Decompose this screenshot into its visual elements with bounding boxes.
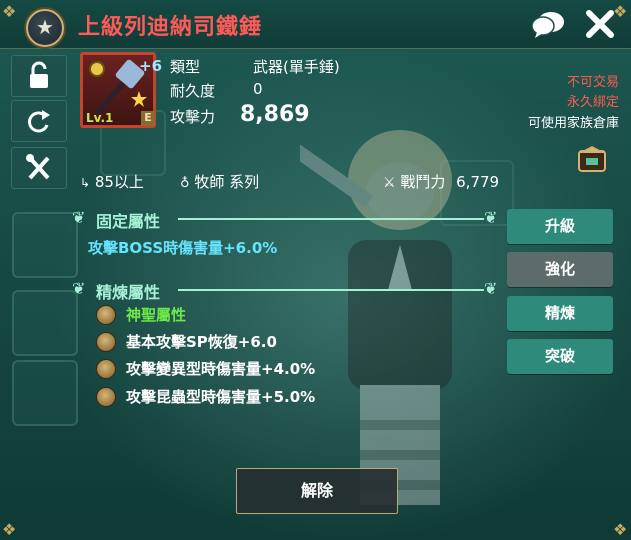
combat-power-value: 6,779 [456,173,500,191]
guild-storage-icon [578,146,606,172]
upgrade-button[interactable]: 升級 [507,209,613,244]
tools-button[interactable] [11,147,67,189]
corner-ornament: ❖ [613,520,628,539]
lock-button[interactable] [11,55,67,97]
section-ornament-icon: ❦ [484,279,498,298]
reset-button[interactable] [11,100,67,142]
breakthrough-button[interactable]: 突破 [507,339,613,374]
chat-link-icon[interactable] [531,10,565,38]
item-title: 上級列迪納司鐵錘 [78,15,263,40]
combat-power-label: 戰鬥力 [400,173,446,191]
combat-power: ⚔ 戰鬥力 6,779 [383,171,499,192]
close-icon[interactable] [583,7,617,41]
refine-bullet-icon [96,305,116,325]
attack-label: 攻擊力 [170,108,216,126]
level-requirement-text: 85以上 [94,173,144,191]
section-divider [178,289,484,291]
level-requirement: ↳ 85以上 [80,171,144,192]
item-rank-badge: ★ [26,9,64,47]
section-divider [178,218,484,220]
job-requirement: ♁ 牧師 系列 [180,171,259,192]
item-icon: +6 Lv.1 E [80,52,162,128]
fixed-attr-value: 攻擊BOSS時傷害量+6.0% [88,239,278,257]
grade-badge: E [141,111,155,126]
durability-value: 0 [253,80,263,98]
corner-ornament: ❖ [2,2,17,21]
attack-value: 8,869 [240,102,310,127]
corner-ornament: ❖ [2,520,17,539]
crossed-swords-icon: ⚔ [383,175,396,191]
fixed-attr-title: 固定屬性 [96,212,161,231]
lock-icon [30,61,48,88]
section-ornament-icon: ❦ [484,208,498,227]
job-icon: ♁ [180,176,190,191]
job-requirement-text: 牧師 系列 [194,173,260,191]
refine-bullet-icon [96,332,116,352]
item-detail-window: ❖ ❖ ❖ ❖ ★ 上級列迪納司鐵錘 +6 Lv.1 E 類型 武器(單手錘) … [0,0,631,540]
release-button[interactable]: 解除 [236,468,398,514]
type-label: 類型 [170,58,201,76]
refine-attr-text: 神聖屬性 [126,306,187,324]
refresh-icon [28,110,50,133]
guild-storage-note: 可使用家族倉庫 [527,116,619,131]
untradable-note: 不可交易 [566,75,619,90]
background-slot [12,212,78,278]
refine-button[interactable]: 精煉 [507,296,613,331]
refine-bullet-icon [96,359,116,379]
star-icon: ★ [36,15,54,39]
refine-attr-text: 攻擊昆蟲型時傷害量+5.0% [126,388,316,406]
soulbound-note: 永久綁定 [566,95,619,110]
section-ornament-icon: ❦ [72,279,86,298]
wrench-screwdriver-icon [26,154,50,180]
refine-attr-text: 基本攻擊SP恢復+6.0 [126,333,277,351]
section-ornament-icon: ❦ [72,208,86,227]
level-icon: ↳ [80,176,91,190]
enhance-level: +6 [139,57,163,75]
refine-bullet-icon [96,387,116,407]
refine-attr-title: 精煉屬性 [96,283,161,302]
type-value: 武器(單手錘) [253,58,340,76]
item-level: Lv.1 [86,111,114,125]
durability-label: 耐久度 [170,82,216,100]
refine-attr-text: 攻擊變異型時傷害量+4.0% [126,360,316,378]
background-slot [12,290,78,356]
enhance-button[interactable]: 強化 [507,252,613,287]
background-slot [12,360,78,426]
